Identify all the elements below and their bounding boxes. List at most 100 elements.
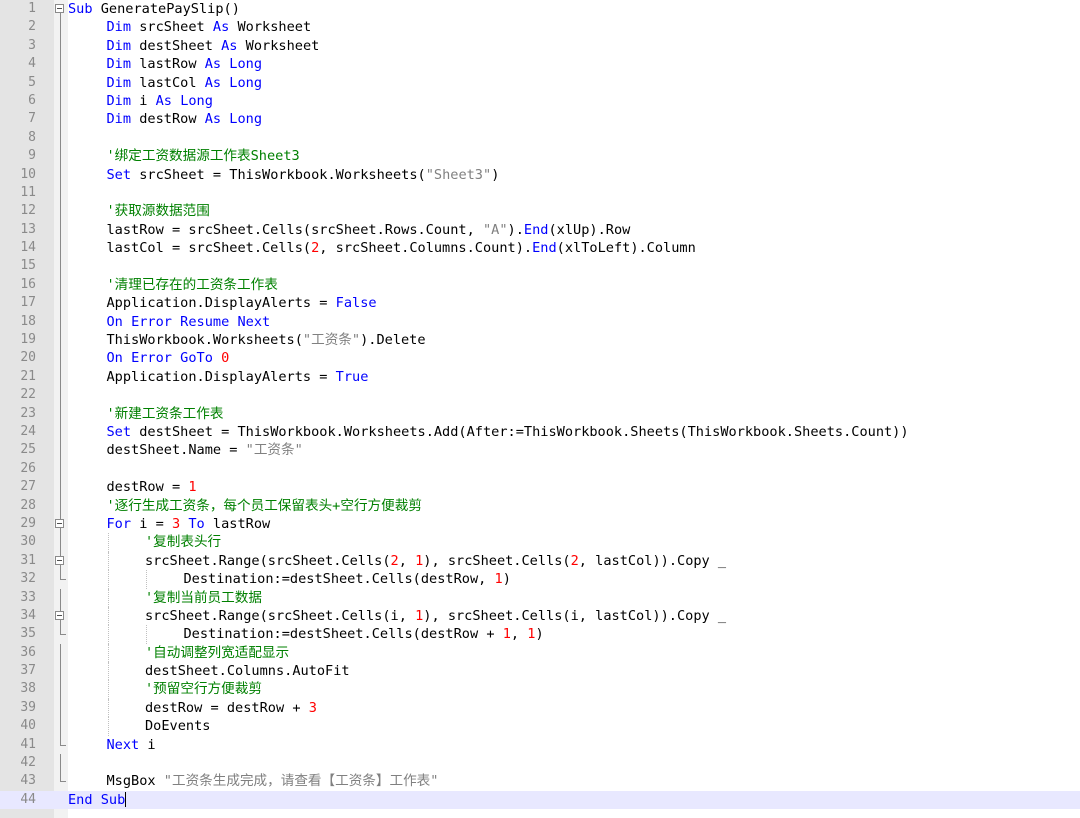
keyword-token: On [106,313,123,330]
code-line[interactable]: 33 '复制当前员工数据 [0,588,1080,607]
fold-line-icon [54,441,68,460]
code-line[interactable]: 23 '新建工资条工作表 [0,404,1080,423]
code-text: Set srcSheet = ThisWorkbook.Worksheets("… [107,166,500,184]
line-number: 8 [28,129,36,145]
keyword-token: Error [131,313,172,330]
code-line[interactable]: 19 ThisWorkbook.Worksheets("工资条").Delete [0,331,1080,350]
code-line[interactable]: 18 On Error Resume Next [0,312,1080,332]
code-line[interactable]: 44 End Sub [0,790,1080,810]
indent-guide [107,680,109,699]
code-editor[interactable]: 1 Sub GeneratePaySlip() 2 Dim srcSheet As W… [0,0,1080,818]
code-text: DoEvents [145,717,210,735]
code-token: , [398,552,416,569]
code-line[interactable]: 13 lastRow = srcSheet.Cells(srcSheet.Rows… [0,220,1080,240]
code-line[interactable]: 25 destSheet.Name = "工资条" [0,441,1080,460]
code-line[interactable]: 15 [0,257,1080,276]
line-number: 33 [20,589,36,605]
keyword-token: End [523,221,549,238]
code-line[interactable]: 17 Application.DisplayAlerts = False [0,294,1080,313]
fold-line-icon [54,422,68,442]
fold-line-icon [54,404,68,423]
code-token: ) [491,166,500,183]
line-number: 27 [20,479,36,495]
fold-line-icon [54,294,68,313]
code-token: Destination:=destSheet.Cells(destRow, [183,571,495,588]
code-line[interactable]: 32 Destination:=destSheet.Cells(destRow, … [0,570,1080,589]
code-line[interactable]: 3 Dim destSheet As Worksheet [0,36,1080,56]
code-token: DoEvents [145,718,211,735]
code-line[interactable]: 43 MsgBox "工资条生成完成，请查看【工资条】工作表" [0,772,1080,790]
fold-toggle-icon[interactable] [54,606,68,626]
comment-token: '新建工资条工作表 [106,405,224,422]
code-text: '逐行生成工资条，每个员工保留表头+空行方便裁剪 [107,497,422,515]
line-number: 38 [20,681,36,697]
code-line[interactable]: 30 '复制表头行 [0,533,1080,552]
code-line[interactable]: 7 Dim destRow As Long [0,110,1080,129]
code-line[interactable]: 14 lastCol = srcSheet.Cells(2, srcSheet.C… [0,239,1080,258]
code-line[interactable]: 34 srcSheet.Range(srcSheet.Cells(i, 1), s… [0,606,1080,626]
line-number: 36 [20,644,36,660]
comment-token: '预留空行方便裁剪 [145,681,262,698]
code-line[interactable]: 28 '逐行生成工资条，每个员工保留表头+空行方便裁剪 [0,496,1080,515]
code-line[interactable]: 27 destRow = 1 [0,478,1080,497]
code-line[interactable]: 31 srcSheet.Range(srcSheet.Cells(2, 1), s… [0,551,1080,571]
code-line[interactable]: 4 Dim lastRow As Long [0,55,1080,74]
fold-line-icon [54,367,68,387]
fold-line-icon [54,239,68,258]
indent-guide [146,625,147,644]
code-line[interactable]: 36 '自动调整列宽适配显示 [0,643,1080,663]
line-number: 6 [28,92,36,108]
code-line[interactable]: 11 [0,183,1080,203]
line-number: 32 [20,571,36,587]
fold-line-icon [54,533,68,552]
code-line[interactable]: 24 Set destSheet = ThisWorkbook.Worksheet… [0,422,1080,442]
code-line[interactable]: 41 Next i [0,735,1080,754]
indent-guide [107,625,109,644]
keyword-token: Dim [106,92,132,109]
code-line[interactable]: 39 destRow = destRow + 3 [0,698,1080,718]
code-text: Next i [107,736,156,754]
number-token: 2 [390,552,399,569]
line-number: 30 [20,534,36,550]
indent-guide [107,717,109,736]
code-line[interactable]: 40 DoEvents [0,717,1080,736]
keyword-token: GoTo [180,350,213,367]
code-line[interactable]: 6 Dim i As Long [0,91,1080,111]
code-token: , [510,626,528,643]
string-token: "A" [482,221,508,238]
code-line[interactable]: 29 For i = 3 To lastRow [0,514,1080,534]
keyword-token: End [68,791,93,808]
code-token: destSheet.Columns.AutoFit [145,663,350,680]
code-line[interactable]: 5 Dim lastCol As Long [0,73,1080,92]
code-line[interactable]: 21 Application.DisplayAlerts = True [0,367,1080,387]
code-line[interactable]: 37 destSheet.Columns.AutoFit [0,662,1080,681]
fold-toggle-icon[interactable] [54,0,68,19]
code-line[interactable]: 1 Sub GeneratePaySlip() [0,0,1080,19]
line-number: 26 [20,460,36,476]
code-line[interactable]: 2 Dim srcSheet As Worksheet [0,18,1080,37]
fold-toggle-icon[interactable] [54,551,68,571]
code-line[interactable]: 26 [0,459,1080,479]
code-line[interactable]: 10 Set srcSheet = ThisWorkbook.Worksheets… [0,165,1080,184]
code-line[interactable]: 20 On Error GoTo 0 [0,349,1080,368]
line-number: 13 [20,221,36,237]
code-line[interactable]: 42 [0,754,1080,773]
code-text: destSheet.Columns.AutoFit [145,662,350,680]
code-line[interactable]: 38 '预留空行方便裁剪 [0,680,1080,699]
fold-line-icon [54,91,68,111]
line-number: 4 [28,56,36,72]
code-line[interactable]: 12 '获取源数据范围 [0,202,1080,221]
code-line[interactable]: 22 [0,386,1080,405]
code-line[interactable]: 9 '绑定工资数据源工作表Sheet3 [0,147,1080,166]
code-line[interactable]: 8 [0,128,1080,148]
line-number: 22 [20,387,36,403]
code-token: GeneratePaySlip() [92,1,240,17]
line-number: 10 [20,166,36,182]
line-number: 7 [28,111,36,127]
code-token: i [131,92,156,109]
fold-toggle-icon[interactable] [54,514,68,534]
code-text: Dim lastRow As Long [107,55,263,73]
code-line[interactable]: 16 '清理已存在的工资条工作表 [0,275,1080,295]
code-line[interactable]: 35 Destination:=destSheet.Cells(destRow +… [0,625,1080,644]
keyword-token: As [204,56,222,73]
